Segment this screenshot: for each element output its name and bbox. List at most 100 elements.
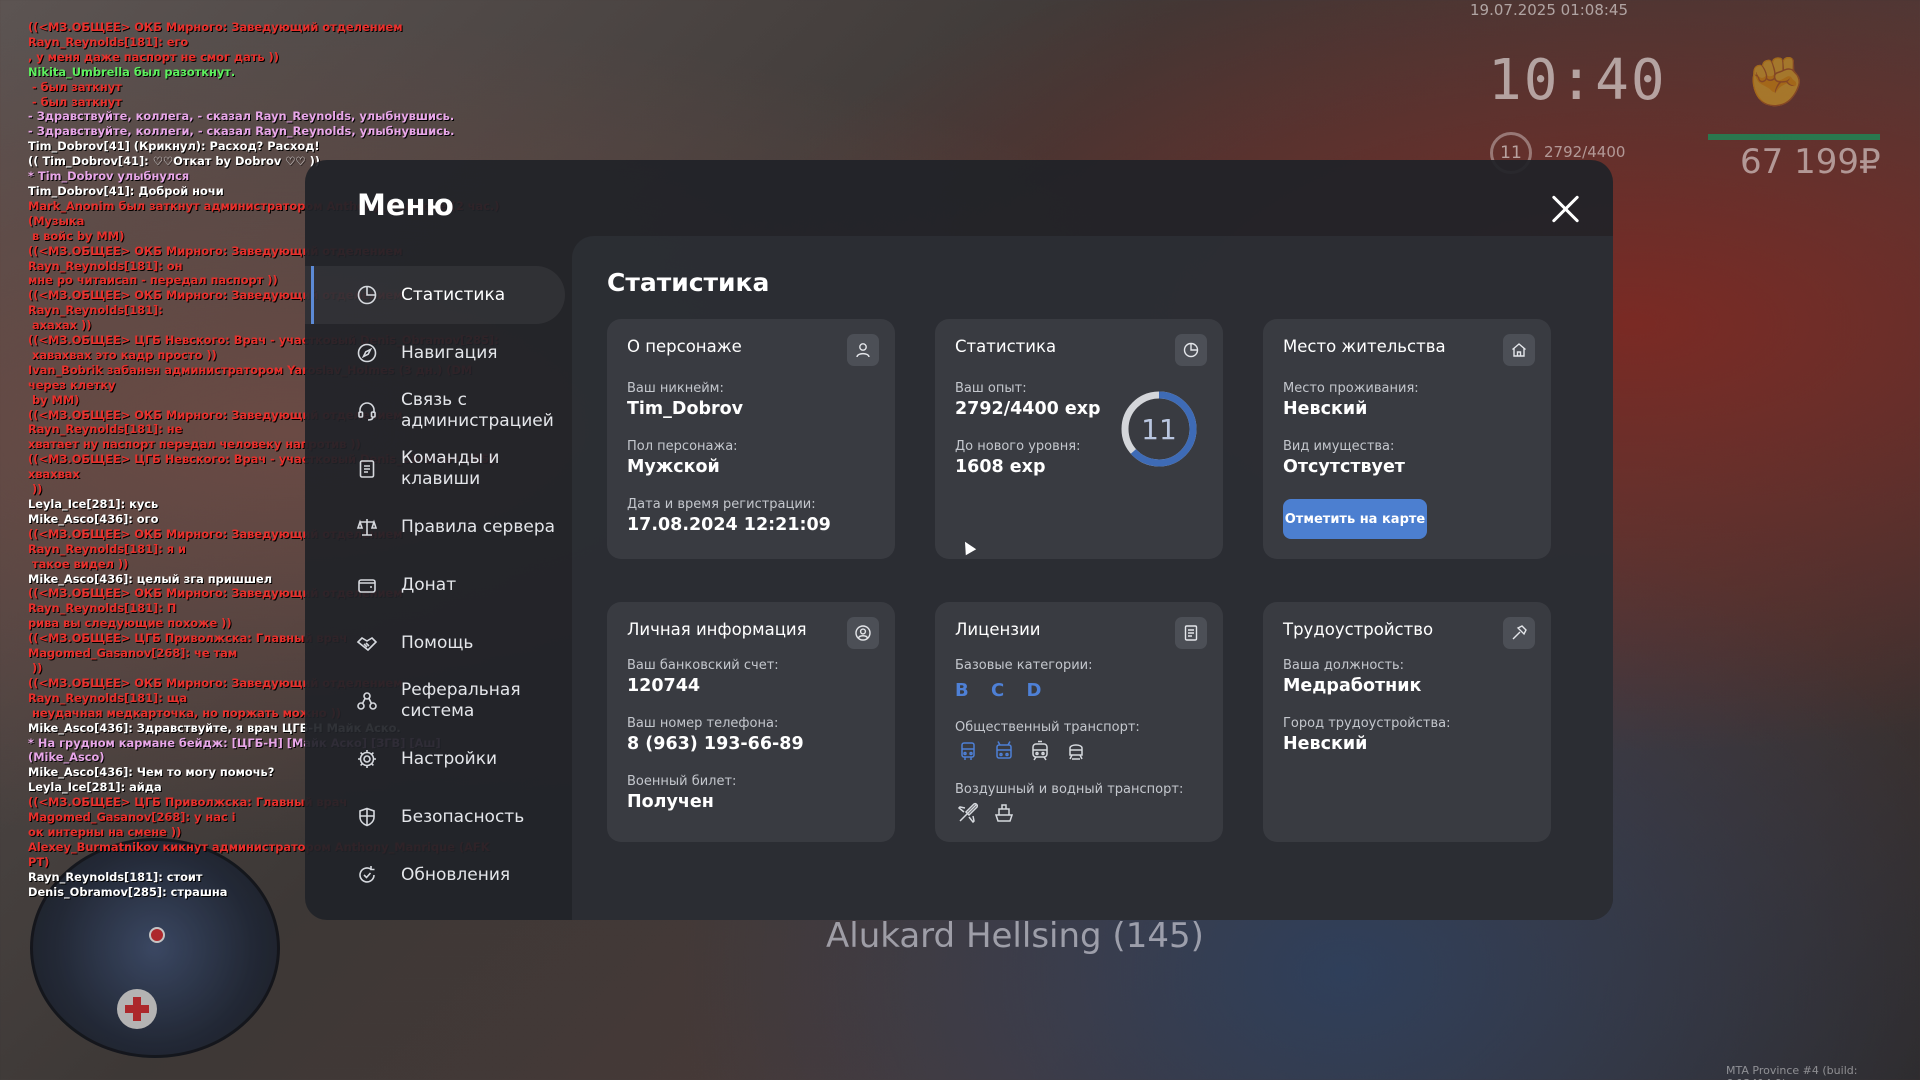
nav-label: Настройки [401,748,498,769]
chat-line: - Здравствуйте, коллеги, - сказал Rayn_R… [28,124,455,139]
chat-line: - был заткнут [28,79,122,94]
base-categories-label: Базовые категории: [955,658,1093,673]
residence-value: Невский [1283,399,1368,419]
document-icon [355,457,379,481]
scales-icon [355,515,379,539]
nav-item-rules[interactable]: Правила сервера [305,498,565,556]
exp-value: 2792/4400 exp [955,399,1101,419]
nav-label: Помощь [401,632,474,653]
next-level-label: До нового уровня: [955,439,1081,454]
card-residence: Место жительства Место проживания: Невск… [1263,319,1551,559]
fist-icon: ✊ [1746,54,1806,110]
card-title: Личная информация [627,620,807,639]
military-value: Получен [627,792,714,812]
card-title: Место жительства [1283,337,1446,356]
menu-window: Меню Статистика Навигация Связь с админи… [305,160,1613,920]
nav-item-help[interactable]: Помощь [305,614,565,672]
chat-line: Tim_Dobrov[41] (Крикнул): Расход? Расход… [28,139,320,154]
nav-label: Связь с администрацией [401,390,554,431]
card-title: Трудоустройство [1283,620,1434,639]
next-level-value: 1608 exp [955,457,1046,477]
tram-icon [1027,738,1053,764]
bank-label: Ваш банковский счет: [627,658,779,673]
phone-label: Ваш номер телефона: [627,716,779,731]
referral-icon [355,689,379,713]
nav-item-statistics[interactable]: Статистика [305,266,565,324]
menu-title: Меню [357,188,454,222]
hud-exp: 2792/4400 [1544,143,1626,161]
card-licenses: Лицензии Базовые категории: B C D Общест… [935,602,1223,842]
wallet-icon [355,573,379,597]
card-personal-info: Личная информация Ваш банковский счет: 1… [607,602,895,842]
chat-line: , у меня даже паспорт не смог дать )) [28,49,279,64]
nav-label: Навигация [401,342,498,363]
nav-item-commands[interactable]: Команды и клавиши [305,440,565,498]
card-title: Лицензии [955,620,1041,639]
chat-line: Nikita_Umbrella был разоткнут. [28,64,236,79]
nav-label: Реферальная система [401,680,521,721]
chat-line: - Здравствуйте, коллега, - сказал Rayn_R… [28,109,455,124]
boat-icon [991,800,1017,826]
pie-chart-icon [1175,334,1207,366]
nav-item-security[interactable]: Безопасность [305,788,565,846]
property-value: Отсутствует [1283,457,1405,477]
nav-item-updates[interactable]: Обновления [305,846,565,904]
handshake-icon [355,631,379,655]
residence-label: Место проживания: [1283,381,1419,396]
card-stats: Статистика Ваш опыт: 2792/4400 exp До но… [935,319,1223,559]
hud-clock: 10:40 [1488,48,1667,113]
phone-value: 8 (963) 193-66-89 [627,734,804,754]
player-nametag: Alukard Hellsing (145) [826,916,1204,956]
military-label: Военный билет: [627,774,737,789]
pie-chart-icon [355,283,379,307]
position-value: Медработник [1283,676,1422,696]
registration-label: Дата и время регистрации: [627,497,816,512]
nav-label: Правила сервера [401,516,556,537]
headset-icon [355,399,379,423]
refresh-icon [355,863,379,887]
hammer-icon [1503,617,1535,649]
nav-item-referral[interactable]: Реферальная система [305,672,565,730]
chat-line: - был заткнут [28,94,122,109]
air-water-transport-icons [955,800,1017,826]
nav-item-settings[interactable]: Настройки [305,730,565,788]
chat-line: ((<МЗ.ОБЩЕЕ> ОКБ Мирного: Заведующий отд… [28,20,407,49]
plane-icon [955,800,981,826]
bank-value: 120744 [627,676,701,696]
level-progress-ring: 11 [1119,389,1199,469]
bus-icon [955,738,981,764]
gear-icon [355,747,379,771]
public-transport-label: Общественный транспорт: [955,720,1140,735]
hud-money: 67 199₽ [1740,142,1881,182]
job-city-value: Невский [1283,734,1368,754]
statistics-content: Статистика О персонаже Ваш никнейм: Tim_… [572,236,1613,920]
registration-value: 17.08.2024 12:21:09 [627,515,831,535]
air-water-transport-label: Воздушный и водный транспорт: [955,782,1184,797]
nav-label: Команды и клавиши [401,448,500,489]
level-number: 11 [1141,412,1177,446]
menu-nav: Статистика Навигация Связь с администрац… [305,266,565,904]
nick-value: Tim_Dobrov [627,399,744,419]
license-icon [1175,617,1207,649]
nav-item-admin-contact[interactable]: Связь с администрацией [305,382,565,440]
build-version: MTA Province #4 (build: 6.12414.9) [1726,1064,1858,1080]
home-icon [1503,334,1535,366]
close-button[interactable] [1549,193,1581,225]
content-title: Статистика [607,268,770,297]
property-label: Вид имущества: [1283,439,1395,454]
user-icon [847,334,879,366]
nick-label: Ваш никнейм: [627,381,724,396]
base-categories-value: B C D [955,680,1050,701]
nav-label: Обновления [401,864,511,885]
hospital-icon [117,989,157,1029]
trolleybus-icon [991,738,1017,764]
hud-datetime: 19.07.2025 01:08:45 [1470,1,1629,19]
exp-label: Ваш опыт: [955,381,1027,396]
job-city-label: Город трудоустройства: [1283,716,1451,731]
card-title: Статистика [955,337,1057,356]
nav-item-donate[interactable]: Донат [305,556,565,614]
player-position-icon [149,927,165,943]
public-transport-icons [955,738,1089,764]
mark-on-map-button[interactable]: Отметить на карте [1283,499,1427,539]
nav-item-navigation[interactable]: Навигация [305,324,565,382]
